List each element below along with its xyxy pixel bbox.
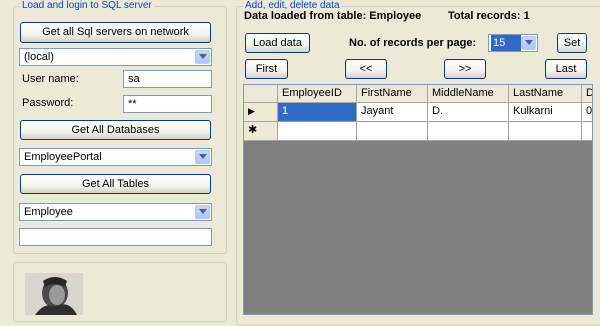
get-all-databases-button[interactable]: Get All Databases <box>20 120 211 140</box>
records-per-page-value: 15 <box>491 35 522 51</box>
data-grid[interactable]: EmployeeID FirstName MiddleName LastName… <box>243 84 593 315</box>
records-per-page-select[interactable]: 15 <box>488 34 538 52</box>
database-select-value: EmployeePortal <box>24 151 102 163</box>
table-select-value: Employee <box>24 206 73 218</box>
column-header-middlename[interactable]: MiddleName <box>428 85 509 103</box>
total-records-text: Total records: 1 <box>448 10 530 22</box>
records-per-page-label: No. of records per page: <box>349 37 477 49</box>
next-page-button[interactable]: >> <box>444 59 486 79</box>
column-header-lastname[interactable]: LastName <box>509 85 582 103</box>
password-field[interactable]: ** <box>123 95 212 113</box>
new-row-cell[interactable] <box>357 122 428 141</box>
chevron-down-icon[interactable] <box>521 36 536 50</box>
set-records-button[interactable]: Set <box>557 33 587 53</box>
chevron-down-icon[interactable] <box>195 150 210 164</box>
extra-text-field[interactable] <box>19 228 212 246</box>
previous-page-button[interactable]: << <box>345 59 387 79</box>
server-select-value: (local) <box>24 51 54 63</box>
chevron-down-icon[interactable] <box>195 205 210 219</box>
table-row-cell[interactable]: D. <box>428 103 509 122</box>
get-all-tables-button[interactable]: Get All Tables <box>20 174 211 194</box>
author-photo <box>25 273 83 315</box>
table-select[interactable]: Employee <box>19 203 212 221</box>
new-row-cell[interactable] <box>509 122 582 141</box>
column-header-firstname[interactable]: FirstName <box>357 85 428 103</box>
new-row-cell[interactable] <box>582 122 592 141</box>
status-text: Data loaded from table: Employee <box>244 10 422 22</box>
column-header-employeeid[interactable]: EmployeeID <box>278 85 357 103</box>
get-sql-servers-button[interactable]: Get all Sql servers on network <box>20 22 211 43</box>
column-header-d[interactable]: D <box>582 85 592 103</box>
new-row-indicator-icon[interactable]: ✱ <box>244 122 278 141</box>
table-row-cell[interactable]: 0 <box>582 103 592 122</box>
table-row-cell[interactable]: 1 <box>278 103 357 122</box>
username-label: User name: <box>22 73 79 85</box>
first-page-button[interactable]: First <box>245 59 288 79</box>
table-row-cell[interactable]: Jayant <box>357 103 428 122</box>
new-row-cell[interactable] <box>428 122 509 141</box>
password-label: Password: <box>22 97 74 109</box>
table-row-cell[interactable]: Kulkarni <box>509 103 582 122</box>
server-select[interactable]: (local) <box>19 48 212 66</box>
sql-login-group-title: Load and login to SQL server <box>20 0 154 12</box>
last-page-button[interactable]: Last <box>545 59 587 79</box>
grid-corner-header <box>244 85 278 103</box>
new-row-cell[interactable] <box>278 122 357 141</box>
load-data-button[interactable]: Load data <box>245 33 310 53</box>
username-field[interactable]: sa <box>123 70 212 88</box>
chevron-down-icon[interactable] <box>195 50 210 64</box>
database-select[interactable]: EmployeePortal <box>19 148 212 166</box>
current-row-indicator-icon[interactable]: ▶ <box>244 103 278 122</box>
